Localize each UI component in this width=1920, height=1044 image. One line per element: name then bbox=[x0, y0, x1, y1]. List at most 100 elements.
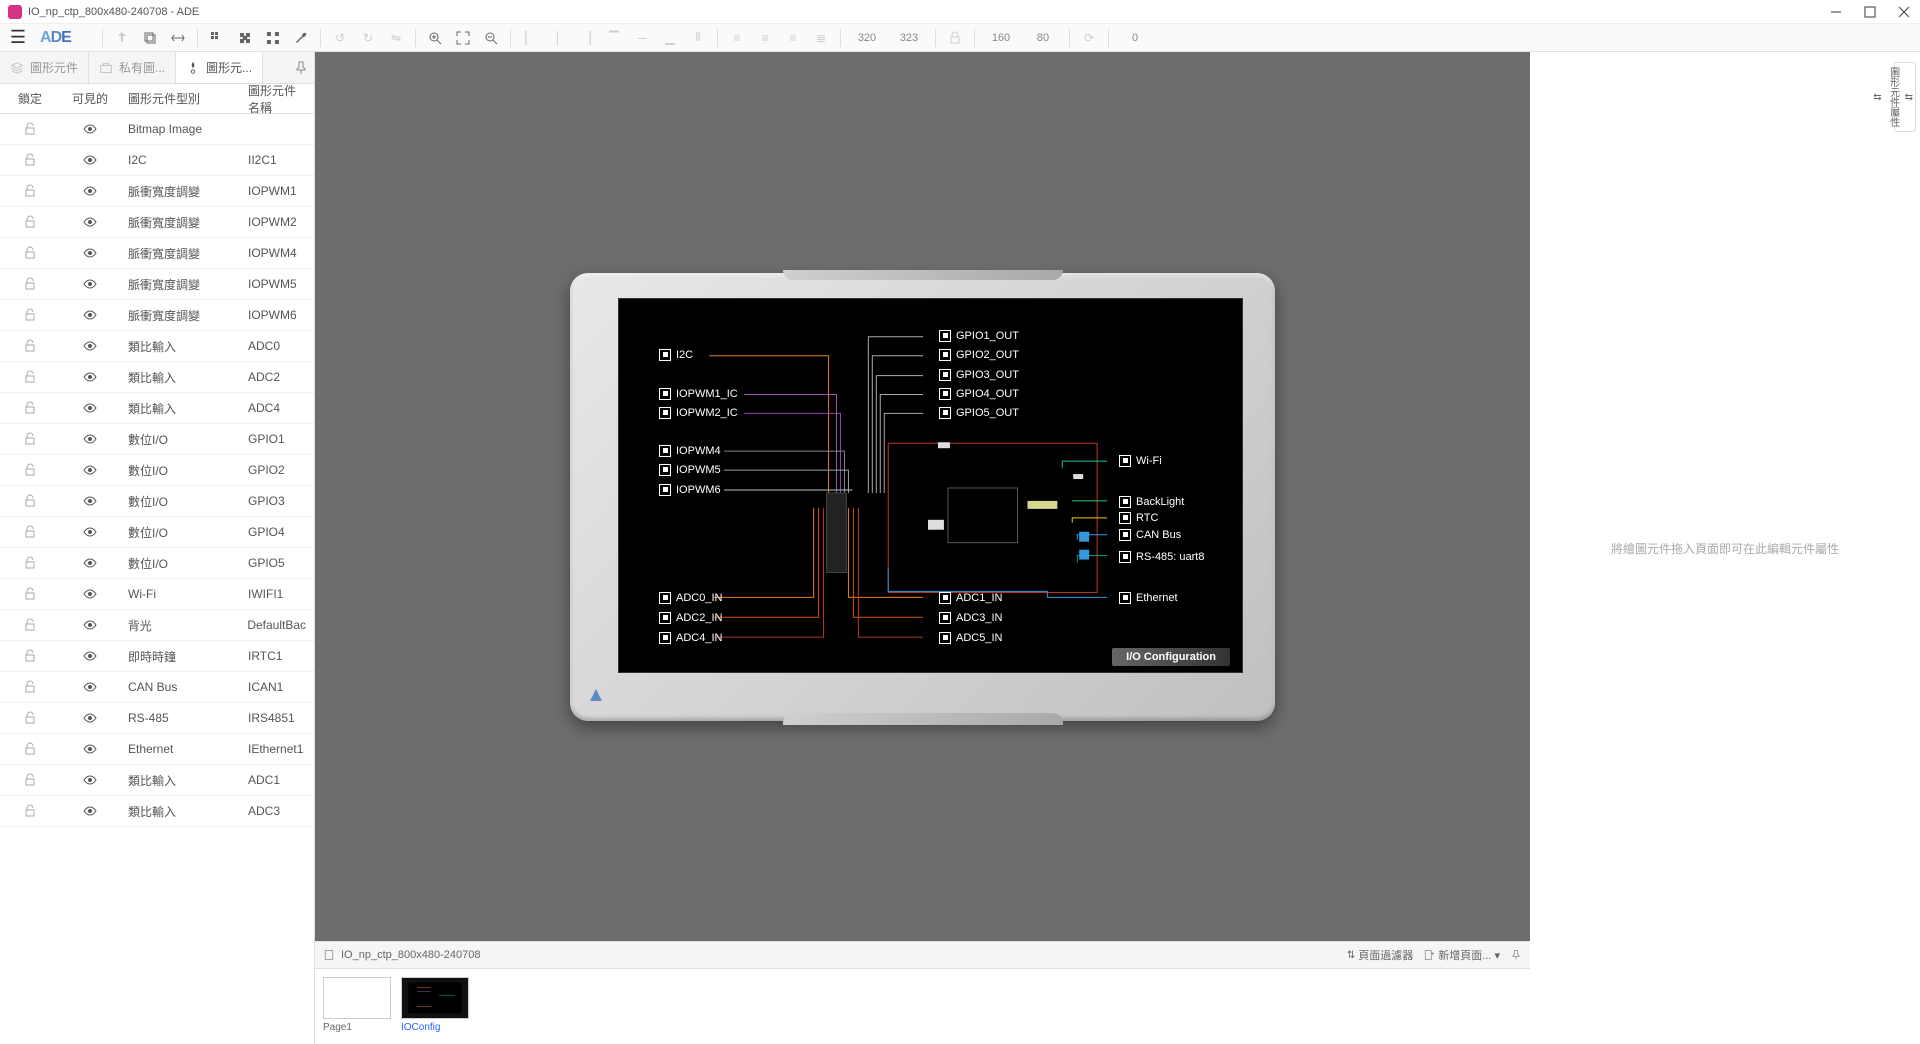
table-row[interactable]: 脈衝寬度調變IOPWM4 bbox=[0, 238, 314, 269]
visibility-toggle[interactable] bbox=[60, 121, 120, 137]
distribute-h-icon[interactable]: ⫴ bbox=[685, 26, 711, 50]
lock-toggle[interactable] bbox=[0, 431, 60, 447]
properties-collapse-button[interactable]: ⇆ 圖形元件屬性 ⇆ bbox=[1894, 62, 1916, 132]
align-bottom-icon[interactable]: ▁ bbox=[657, 26, 683, 50]
pin-pagebar-button[interactable] bbox=[1510, 949, 1522, 961]
table-row[interactable]: 數位I/OGPIO5 bbox=[0, 548, 314, 579]
lock-icon[interactable] bbox=[942, 26, 968, 50]
canvas-area[interactable]: I2C IOPWM1_IC IOPWM2_IC IOPWM4 IOPWM5 IO… bbox=[315, 52, 1530, 1044]
table-row[interactable]: Bitmap Image bbox=[0, 114, 314, 145]
table-row[interactable]: 脈衝寬度調變IOPWM2 bbox=[0, 207, 314, 238]
align-text-right-icon[interactable]: ≡ bbox=[780, 26, 806, 50]
table-body[interactable]: Bitmap ImageI2CII2C1脈衝寬度調變IOPWM1脈衝寬度調變IO… bbox=[0, 114, 314, 1044]
visibility-toggle[interactable] bbox=[60, 307, 120, 323]
rotate-right-icon[interactable]: ↻ bbox=[355, 26, 381, 50]
signal-adc4-in[interactable]: ADC4_IN bbox=[659, 632, 722, 644]
lock-toggle[interactable] bbox=[0, 741, 60, 757]
visibility-toggle[interactable] bbox=[60, 772, 120, 788]
signal-iopwm2-ic[interactable]: IOPWM2_IC bbox=[659, 407, 738, 419]
table-row[interactable]: I2CII2C1 bbox=[0, 145, 314, 176]
visibility-toggle[interactable] bbox=[60, 586, 120, 602]
visibility-toggle[interactable] bbox=[60, 245, 120, 261]
visibility-toggle[interactable] bbox=[60, 276, 120, 292]
visibility-toggle[interactable] bbox=[60, 152, 120, 168]
lock-toggle[interactable] bbox=[0, 307, 60, 323]
table-row[interactable]: 脈衝寬度調變IOPWM1 bbox=[0, 176, 314, 207]
visibility-toggle[interactable] bbox=[60, 431, 120, 447]
signal-backlight[interactable]: BackLight bbox=[1119, 496, 1184, 508]
maximize-button[interactable] bbox=[1862, 4, 1878, 20]
lock-toggle[interactable] bbox=[0, 214, 60, 230]
tab-tree[interactable]: 圖形元... bbox=[176, 52, 263, 83]
align-right-icon[interactable]: ▕ bbox=[573, 26, 599, 50]
menu-button[interactable]: ☰ bbox=[4, 26, 32, 50]
lock-toggle[interactable] bbox=[0, 648, 60, 664]
visibility-toggle[interactable] bbox=[60, 803, 120, 819]
signal-ethernet[interactable]: Ethernet bbox=[1119, 592, 1178, 604]
align-left-icon[interactable]: ▏ bbox=[517, 26, 543, 50]
signal-gpio5-out[interactable]: GPIO5_OUT bbox=[939, 407, 1019, 419]
visibility-toggle[interactable] bbox=[60, 648, 120, 664]
lock-toggle[interactable] bbox=[0, 710, 60, 726]
visibility-toggle[interactable] bbox=[60, 617, 120, 633]
signal-iopwm1-ic[interactable]: IOPWM1_IC bbox=[659, 388, 738, 400]
visibility-toggle[interactable] bbox=[60, 524, 120, 540]
table-row[interactable]: 脈衝寬度調變IOPWM6 bbox=[0, 300, 314, 331]
visibility-toggle[interactable] bbox=[60, 741, 120, 757]
visibility-toggle[interactable] bbox=[60, 493, 120, 509]
lock-toggle[interactable] bbox=[0, 183, 60, 199]
new-page-button[interactable]: 新增頁面... ▾ bbox=[1423, 947, 1500, 963]
upload-icon[interactable] bbox=[109, 26, 135, 50]
align-text-left-icon[interactable]: ≡ bbox=[724, 26, 750, 50]
signal-rs485[interactable]: RS-485: uart8 bbox=[1119, 551, 1204, 563]
visibility-toggle[interactable] bbox=[60, 214, 120, 230]
table-row[interactable]: 背光DefaultBac bbox=[0, 610, 314, 641]
signal-gpio4-out[interactable]: GPIO4_OUT bbox=[939, 388, 1019, 400]
signal-canbus[interactable]: CAN Bus bbox=[1119, 529, 1181, 541]
table-row[interactable]: 數位I/OGPIO4 bbox=[0, 517, 314, 548]
grid-icon[interactable] bbox=[260, 26, 286, 50]
align-center-icon[interactable]: │ bbox=[545, 26, 571, 50]
signal-gpio1-out[interactable]: GPIO1_OUT bbox=[939, 330, 1019, 342]
lock-toggle[interactable] bbox=[0, 524, 60, 540]
visibility-toggle[interactable] bbox=[60, 555, 120, 571]
lock-toggle[interactable] bbox=[0, 679, 60, 695]
pin-button[interactable] bbox=[288, 52, 314, 83]
signal-adc1-in[interactable]: ADC1_IN bbox=[939, 592, 1002, 604]
align-top-icon[interactable]: ▔ bbox=[601, 26, 627, 50]
signal-adc0-in[interactable]: ADC0_IN bbox=[659, 592, 722, 604]
visibility-toggle[interactable] bbox=[60, 369, 120, 385]
list-icon[interactable]: ≣ bbox=[808, 26, 834, 50]
table-row[interactable]: Wi-FiIWIFI1 bbox=[0, 579, 314, 610]
signal-adc3-in[interactable]: ADC3_IN bbox=[939, 612, 1002, 624]
zoom-in-icon[interactable] bbox=[422, 26, 448, 50]
signal-wifi[interactable]: Wi-Fi bbox=[1119, 455, 1162, 467]
signal-i2c[interactable]: I2C bbox=[659, 349, 693, 361]
signal-iopwm6[interactable]: IOPWM6 bbox=[659, 484, 721, 496]
lock-toggle[interactable] bbox=[0, 493, 60, 509]
thumb-ioconfig[interactable]: IOConfig bbox=[401, 977, 469, 1036]
lock-toggle[interactable] bbox=[0, 338, 60, 354]
visibility-toggle[interactable] bbox=[60, 710, 120, 726]
table-row[interactable]: CAN BusICAN1 bbox=[0, 672, 314, 703]
signal-adc5-in[interactable]: ADC5_IN bbox=[939, 632, 1002, 644]
table-row[interactable]: 數位I/OGPIO3 bbox=[0, 486, 314, 517]
table-row[interactable]: 數位I/OGPIO1 bbox=[0, 424, 314, 455]
table-row[interactable]: 數位I/OGPIO2 bbox=[0, 455, 314, 486]
table-row[interactable]: 即時時鐘IRTC1 bbox=[0, 641, 314, 672]
visibility-toggle[interactable] bbox=[60, 183, 120, 199]
lock-toggle[interactable] bbox=[0, 245, 60, 261]
page-filter-button[interactable]: ⇅ 頁面過濾器 bbox=[1347, 947, 1413, 963]
signal-iopwm4[interactable]: IOPWM4 bbox=[659, 445, 721, 457]
visibility-toggle[interactable] bbox=[60, 679, 120, 695]
lock-toggle[interactable] bbox=[0, 555, 60, 571]
lock-toggle[interactable] bbox=[0, 152, 60, 168]
zoom-out-icon[interactable] bbox=[478, 26, 504, 50]
thumb-page1[interactable]: Page1 bbox=[323, 977, 391, 1036]
visibility-toggle[interactable] bbox=[60, 338, 120, 354]
signal-iopwm5[interactable]: IOPWM5 bbox=[659, 464, 721, 476]
signal-gpio3-out[interactable]: GPIO3_OUT bbox=[939, 369, 1019, 381]
table-row[interactable]: 類比輸入ADC0 bbox=[0, 331, 314, 362]
align-middle-icon[interactable]: ─ bbox=[629, 26, 655, 50]
grid-small-icon[interactable] bbox=[204, 26, 230, 50]
